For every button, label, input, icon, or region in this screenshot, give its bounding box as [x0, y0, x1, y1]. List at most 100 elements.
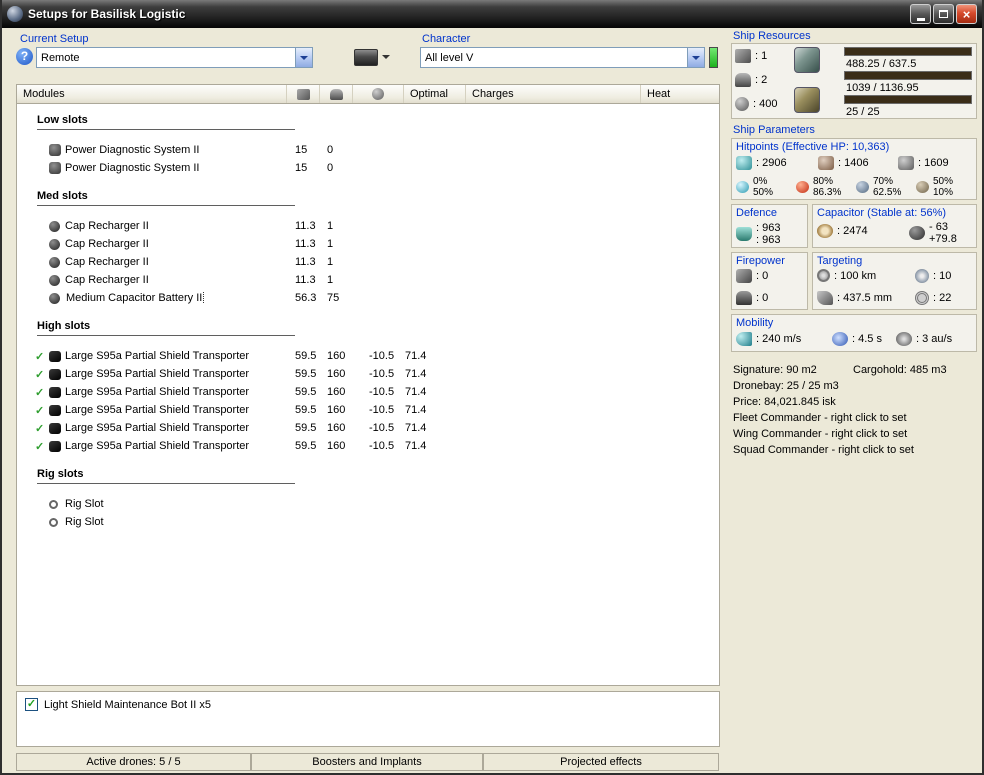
module-row[interactable]: Cap Recharger II 11.3 1	[17, 235, 719, 253]
explosive-shield-resist: 50%	[933, 176, 954, 187]
help-icon[interactable]: ?	[16, 48, 33, 65]
mobility-box: Mobility : 240 m/s : 4.5 s : 3 au/s	[731, 314, 977, 352]
module-value: 59.5	[295, 368, 317, 380]
module-value: 11.3	[295, 220, 316, 232]
shield-hp-icon	[736, 156, 752, 170]
module-value: 71.4	[405, 422, 427, 434]
signature-info: Signature: 90 m2	[733, 364, 817, 376]
setup-select-arrow-icon[interactable]	[295, 48, 312, 67]
module-row[interactable]: Cap Recharger II 11.3 1	[17, 253, 719, 271]
speed-value: : 240 m/s	[756, 333, 802, 345]
align-time-value: : 4.5 s	[852, 333, 882, 345]
fleet-commander-slot[interactable]: Fleet Commander - right click to set	[733, 412, 907, 424]
thermal-shield-resist: 80%	[813, 176, 834, 187]
capacitor-capacity: : 2474	[837, 225, 868, 237]
warp-speed-icon	[896, 332, 912, 346]
module-row[interactable]: ✓ Large S95a Partial Shield Transporter …	[17, 365, 719, 383]
module-row[interactable]: ✓ Large S95a Partial Shield Transporter …	[17, 419, 719, 437]
module-row[interactable]: ✓ Large S95a Partial Shield Transporter …	[17, 347, 719, 365]
rig-slot-row[interactable]: Rig Slot	[17, 495, 719, 513]
setup-select[interactable]: Remote	[36, 47, 313, 68]
module-name: Large S95a Partial Shield Transporter	[65, 386, 250, 398]
rig-slot-icon	[49, 499, 58, 509]
drone-row[interactable]: ✓ Light Shield Maintenance Bot II x5	[17, 692, 719, 711]
header-charges[interactable]: Charges	[466, 85, 641, 103]
modules-header: Modules Optimal Charges Heat	[17, 85, 719, 104]
rig-slot-name: Rig Slot	[65, 498, 104, 510]
fitted-check-icon: ✓	[35, 422, 45, 435]
thermal-resist-icon	[796, 181, 809, 193]
maximize-button[interactable]	[933, 4, 954, 24]
app-icon	[7, 6, 23, 22]
window-title: Setups for Basilisk Logistic	[28, 7, 186, 21]
hitpoints-label: Hitpoints (Effective HP: 10,363)	[736, 141, 890, 153]
slot-section-high: High slots	[37, 320, 295, 336]
module-row[interactable]: Power Diagnostic System II 15 0	[17, 159, 719, 177]
turret-slots-count: : 1	[755, 50, 768, 62]
header-modules[interactable]: Modules	[17, 85, 287, 103]
module-value: 160	[327, 368, 346, 380]
slot-section-low: Low slots	[37, 114, 295, 130]
close-button[interactable]: ×	[956, 4, 977, 24]
module-icon	[49, 350, 61, 362]
squad-commander-slot[interactable]: Squad Commander - right click to set	[733, 444, 914, 456]
character-select[interactable]: All level V	[420, 47, 705, 68]
module-row-selected[interactable]: Medium Capacitor Battery II 56.3 75	[17, 289, 719, 307]
export-dropdown-arrow-icon[interactable]	[382, 55, 390, 63]
module-icon	[49, 292, 60, 304]
module-icon	[49, 422, 61, 434]
header-turret-column[interactable]	[287, 85, 320, 103]
module-value: -10.5	[369, 386, 395, 398]
missile-dps-icon	[736, 291, 752, 305]
wing-commander-slot[interactable]: Wing Commander - right click to set	[733, 428, 907, 440]
em-resist-icon	[736, 181, 749, 193]
character-select-value: All level V	[425, 51, 474, 64]
module-row[interactable]: Power Diagnostic System II 15 0	[17, 141, 719, 159]
ship-resources-box: : 1 : 2 : 400 488.25 / 637.5 1039 / 1136…	[731, 43, 977, 119]
thermal-armor-resist: 86.3%	[813, 187, 842, 198]
powergrid-icon	[794, 47, 820, 73]
module-value: -10.5	[369, 368, 395, 380]
header-launcher-column[interactable]	[320, 85, 353, 103]
ship-resources-label: Ship Resources	[733, 30, 811, 42]
firepower-box: Firepower : 0 : 0	[731, 252, 808, 310]
firepower-label: Firepower	[736, 255, 785, 267]
module-icon	[49, 274, 60, 286]
module-value: 71.4	[405, 386, 427, 398]
em-armor-resist: 50%	[753, 187, 774, 198]
module-icon	[49, 144, 61, 156]
module-row[interactable]: ✓ Large S95a Partial Shield Transporter …	[17, 383, 719, 401]
module-name: Cap Recharger II	[65, 256, 149, 268]
rig-slot-row[interactable]: Rig Slot	[17, 513, 719, 531]
kinetic-armor-resist: 62.5%	[873, 187, 902, 198]
export-button[interactable]	[351, 45, 393, 69]
tab-boosters-implants[interactable]: Boosters and Implants	[251, 753, 483, 771]
module-value: 1	[327, 256, 334, 268]
module-row[interactable]: ✓ Large S95a Partial Shield Transporter …	[17, 401, 719, 419]
armor-hp-value: : 1406	[838, 157, 869, 169]
header-heat[interactable]: Heat	[641, 85, 719, 103]
targeting-range-value: : 100 km	[834, 269, 877, 282]
module-value: 11.3	[295, 274, 316, 286]
targeting-label: Targeting	[817, 255, 863, 267]
module-value: 71.4	[405, 368, 427, 380]
header-capacitor-column[interactable]	[353, 85, 404, 103]
module-value: -10.5	[369, 440, 395, 452]
defence-icon	[736, 227, 752, 241]
module-row[interactable]: ✓ Large S95a Partial Shield Transporter …	[17, 437, 719, 455]
header-optimal[interactable]: Optimal	[404, 85, 466, 103]
tab-active-drones[interactable]: Active drones: 5 / 5	[16, 753, 251, 771]
speed-icon	[736, 332, 752, 346]
calibration-count: : 400	[753, 98, 778, 110]
module-name: Cap Recharger II	[65, 220, 149, 232]
module-row[interactable]: Cap Recharger II 11.3 1	[17, 217, 719, 235]
module-row[interactable]: Cap Recharger II 11.3 1	[17, 271, 719, 289]
tab-projected-effects[interactable]: Projected effects	[483, 753, 719, 771]
module-value: 71.4	[405, 404, 427, 416]
module-value: 75	[327, 292, 340, 304]
module-name: Large S95a Partial Shield Transporter	[65, 368, 250, 380]
module-value: 160	[327, 422, 346, 434]
character-select-arrow-icon[interactable]	[687, 48, 704, 67]
minimize-button[interactable]	[910, 4, 931, 24]
drone-checkbox[interactable]: ✓	[25, 698, 38, 711]
